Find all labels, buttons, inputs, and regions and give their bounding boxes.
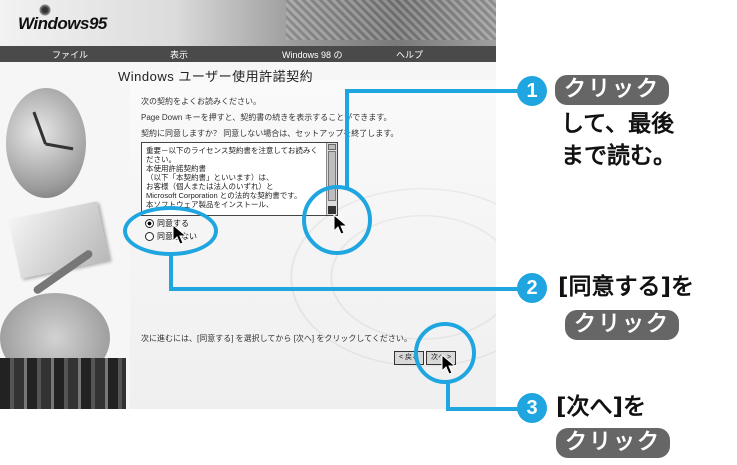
step-1-text: まで読む。	[561, 143, 676, 169]
menu-item-windows[interactable]: Windows 98 の	[282, 48, 343, 61]
highlight-agree-ring	[123, 206, 218, 256]
menu-bar: ファイル 表示 Windows 98 の ヘルプ	[0, 46, 496, 62]
connector-line-3	[446, 382, 450, 410]
connector-line-1	[345, 89, 349, 187]
instruction-line: 次の契約をよくお読みください。	[141, 97, 261, 106]
decorative-collage	[0, 78, 130, 409]
step-1-text: して、最後	[561, 111, 675, 137]
connector-line-2	[169, 287, 519, 291]
license-line: 重要－以下のライセンス契約書を注意してお読みください。	[146, 146, 318, 164]
license-line: （以下「本契約書」といいます）は、	[146, 173, 274, 182]
books-image	[0, 358, 126, 409]
scroll-up-arrow[interactable]	[328, 144, 336, 150]
mouse-cursor-icon	[333, 214, 349, 235]
header-texture	[286, 0, 496, 40]
clock-hand	[32, 111, 47, 145]
connector-line-1	[345, 89, 520, 93]
step-1-click-pill: クリック	[555, 75, 670, 105]
license-line: Microsoft Corporation との法的な契約書です。	[146, 191, 302, 200]
mouse-cursor-icon	[441, 354, 457, 375]
license-line: 本使用許諾契約書	[146, 164, 206, 173]
license-line: お客様（個人または法人のいずれ）と	[146, 182, 274, 191]
step-3-click-pill: クリック	[556, 428, 671, 458]
menu-item-file[interactable]: ファイル	[52, 48, 88, 61]
step-number-1: 1	[517, 76, 547, 106]
clock-image	[6, 88, 86, 198]
menu-item-view[interactable]: 表示	[170, 48, 188, 61]
step-number-3: 3	[517, 393, 547, 423]
clock-hand	[45, 142, 74, 151]
header-banner: Windows95 ファイル 表示 Windows 98 の ヘルプ	[0, 0, 496, 62]
step-number-2: 2	[517, 273, 547, 303]
menu-item-help[interactable]: ヘルプ	[396, 48, 423, 61]
bottom-note: 次に進むには、[同意する] を選択してから [次へ] をクリックしてください。	[141, 334, 412, 343]
step-3-text: [次へ]を	[556, 394, 647, 420]
mouse-cursor-icon	[172, 224, 188, 245]
instruction-line: Page Down キーを押すと、契約書の続きを表示することができます。	[141, 113, 392, 122]
step-2-text: [同意する]を	[558, 274, 695, 300]
connector-line-3	[446, 407, 520, 411]
windows-logo: Windows95	[18, 14, 107, 33]
paper-image	[8, 201, 110, 279]
instruction-line: 契約に同意しますか？ 同意しない場合は、セットアップを終了します。	[141, 129, 399, 138]
wizard-title: Windows ユーザー使用許諾契約	[118, 69, 314, 84]
connector-line-2	[169, 254, 173, 290]
step-2-click-pill: クリック	[565, 310, 680, 340]
